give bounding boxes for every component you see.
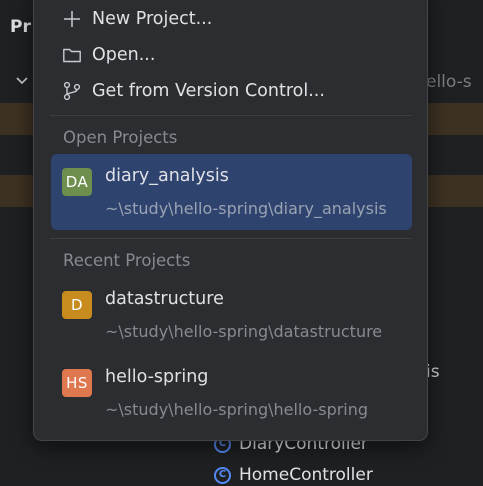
project-path: ~\study\hello-spring\hello-spring [105,400,369,419]
recent-project-hello-spring[interactable]: HS hello-spring ~\study\hello-spring\hel… [51,355,412,431]
project-name: datastructure [105,289,224,309]
open-projects-header: Open Projects [63,128,178,147]
recent-project-datastructure[interactable]: D datastructure ~\study\hello-spring\dat… [51,277,412,353]
get-from-vcs-action[interactable]: Get from Version Control... [62,78,325,104]
project-badge-icon: HS [62,369,92,397]
project-switcher-popup: New Project... Open... Get from Version … [33,0,428,441]
background-file-text: is [426,362,440,382]
class-icon: C [214,466,231,484]
plus-icon [64,11,80,27]
recent-projects-header: Recent Projects [63,251,191,270]
open-action[interactable]: Open... [62,42,155,68]
folder-icon [63,48,81,63]
background-path-text: ello-s [426,72,472,92]
new-project-label: New Project... [92,9,213,29]
project-name: diary_analysis [105,166,229,186]
open-project-diary-analysis[interactable]: DA diary_analysis ~\study\hello-spring\d… [51,154,412,230]
project-name: hello-spring [105,367,209,387]
new-project-action[interactable]: New Project... [62,6,212,32]
project-panel-title: Pr [10,17,31,37]
tree-item-home-controller[interactable]: C HomeController [214,464,373,486]
project-badge-icon: DA [62,168,92,196]
menu-separator [50,115,412,116]
project-badge-icon: D [62,291,92,319]
project-path: ~\study\hello-spring\datastructure [105,322,383,341]
tree-item-label: HomeController [239,465,373,485]
vcs-branch-icon [63,81,81,101]
project-path: ~\study\hello-spring\diary_analysis [105,199,387,218]
chevron-down-icon[interactable] [14,72,30,88]
menu-separator [50,238,412,239]
get-from-vcs-label: Get from Version Control... [92,81,325,101]
open-label: Open... [92,45,156,65]
